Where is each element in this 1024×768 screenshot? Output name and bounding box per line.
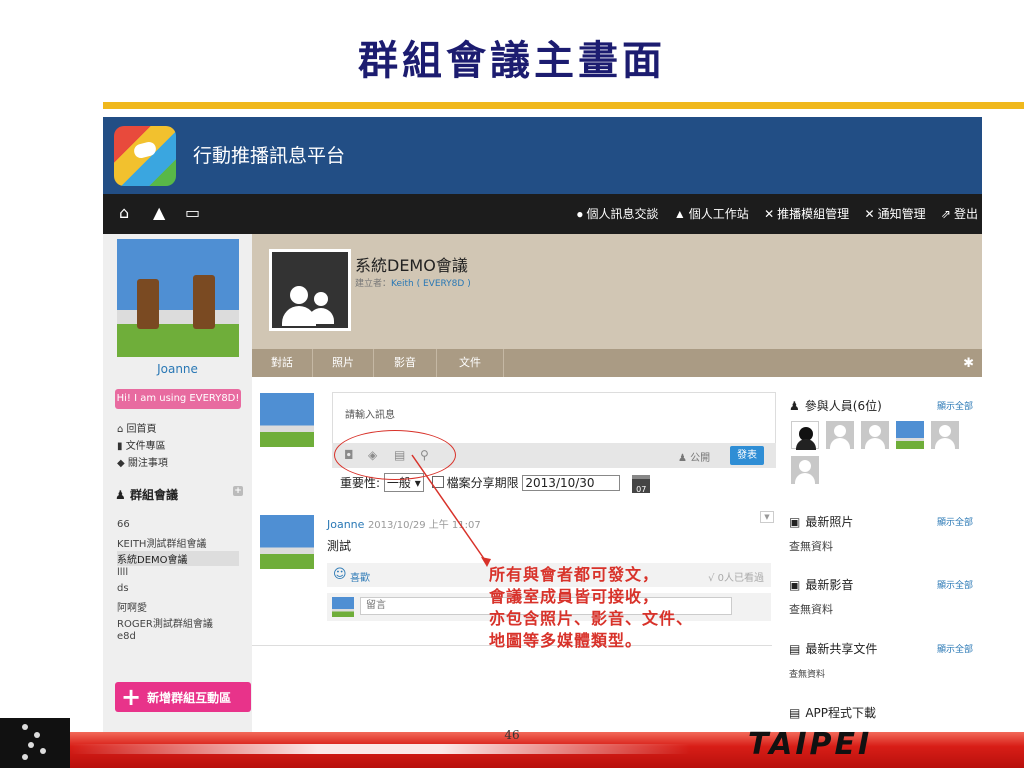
footer-logo-block [0, 718, 70, 768]
annotation-text: 所有與會者都可發文， 會議室成員皆可接收， 亦包含照片、影音、文件、 地圖等多媒… [489, 565, 694, 650]
title-rule [103, 102, 1024, 109]
brand-logo: TAIPEI [748, 727, 873, 762]
footer-stripe [70, 744, 690, 754]
app-screenshot: 行動推播訊息平台 ⌂ ▲ ▭ ● 個人訊息交談 ▲ 個人工作站 ✕ 推播模組管理 ✕ 通… [103, 117, 982, 732]
page-number: 46 [504, 728, 520, 742]
slide-title: 群組會議主畫面 [358, 37, 666, 84]
